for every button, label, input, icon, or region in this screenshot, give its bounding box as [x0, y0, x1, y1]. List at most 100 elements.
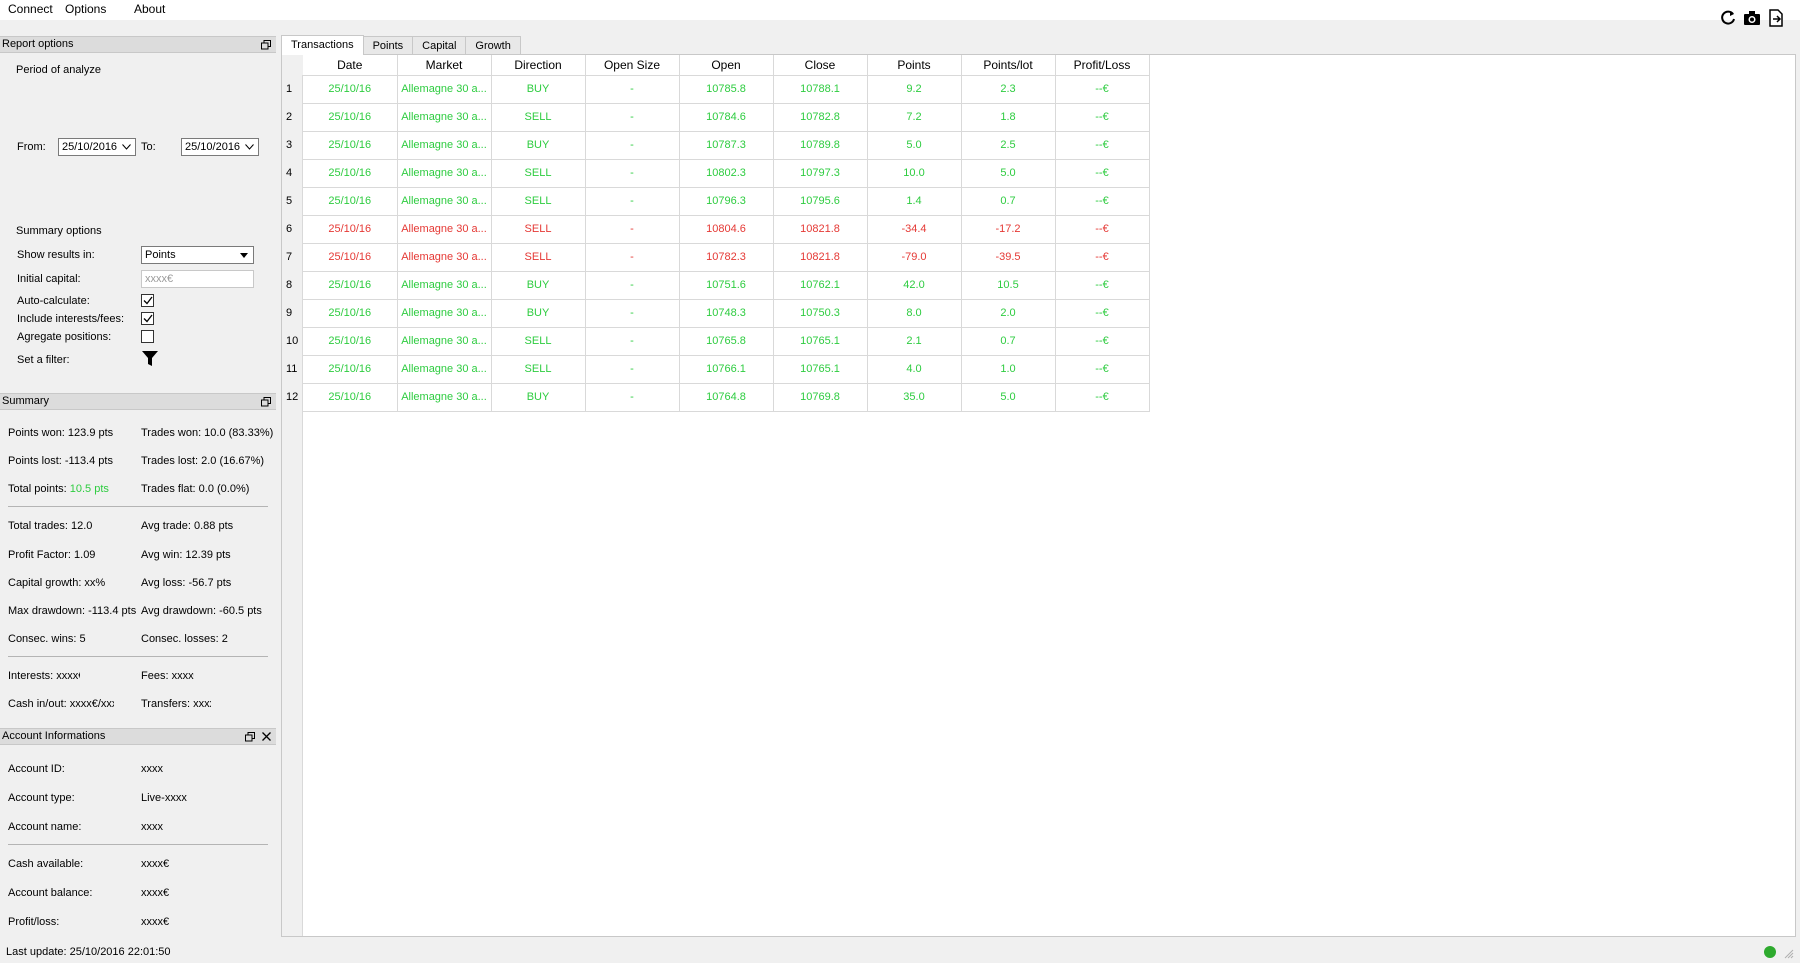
table-cell-market[interactable]: Allemagne 30 a...	[397, 383, 492, 412]
table-cell-market[interactable]: Allemagne 30 a...	[397, 215, 492, 244]
table-cell-pl[interactable]: --€	[1055, 327, 1150, 356]
table-cell-market[interactable]: Allemagne 30 a...	[397, 75, 492, 104]
table-cell-market[interactable]: Allemagne 30 a...	[397, 327, 492, 356]
table-cell-dir[interactable]: BUY	[491, 299, 586, 328]
table-cell-points[interactable]: 1.4	[867, 187, 962, 216]
float-icon[interactable]	[260, 394, 272, 409]
table-cell-ppl[interactable]: 10.5	[961, 271, 1056, 300]
table-cell-date[interactable]: 25/10/16	[303, 75, 398, 104]
row-number[interactable]: 3	[286, 139, 292, 151]
table-cell-close[interactable]: 10782.8	[773, 103, 868, 132]
table-cell-open[interactable]: 10787.3	[679, 131, 774, 160]
table-cell-close[interactable]: 10765.1	[773, 355, 868, 384]
table-row[interactable]: 25/10/16 Allemagne 30 a... SELL -10802.3 107…	[303, 159, 1150, 188]
table-cell-pl[interactable]: --€	[1055, 243, 1150, 272]
table-cell-ppl[interactable]: -39.5	[961, 243, 1056, 272]
table-cell-size[interactable]: -	[585, 355, 680, 384]
row-number[interactable]: 7	[286, 251, 292, 263]
row-number[interactable]: 5	[286, 195, 292, 207]
table-cell-market[interactable]: Allemagne 30 a...	[397, 131, 492, 160]
table-cell-ppl[interactable]: 5.0	[961, 159, 1056, 188]
row-number[interactable]: 11	[286, 363, 297, 375]
table-cell-date[interactable]: 25/10/16	[303, 271, 398, 300]
table-cell-dir[interactable]: BUY	[491, 271, 586, 300]
table-cell-date[interactable]: 25/10/16	[303, 159, 398, 188]
row-number[interactable]: 4	[286, 167, 292, 179]
table-cell-size[interactable]: -	[585, 215, 680, 244]
filter-icon[interactable]	[142, 350, 158, 368]
table-cell-pl[interactable]: --€	[1055, 103, 1150, 132]
column-header[interactable]: Open Size	[585, 55, 680, 76]
table-row[interactable]: 25/10/16 Allemagne 30 a... SELL -10782.3 108…	[303, 243, 1150, 272]
table-cell-market[interactable]: Allemagne 30 a...	[397, 299, 492, 328]
table-cell-points[interactable]: 35.0	[867, 383, 962, 412]
table-cell-open[interactable]: 10784.6	[679, 103, 774, 132]
table-cell-close[interactable]: 10821.8	[773, 215, 868, 244]
table-cell-open[interactable]: 10748.3	[679, 299, 774, 328]
float-icon[interactable]	[244, 729, 256, 744]
aggregate-checkbox[interactable]	[141, 330, 154, 343]
column-header[interactable]: Close	[773, 55, 868, 76]
table-cell-size[interactable]: -	[585, 383, 680, 412]
from-date-picker[interactable]: 25/10/2016	[58, 138, 136, 156]
table-cell-close[interactable]: 10765.1	[773, 327, 868, 356]
row-number[interactable]: 1	[286, 83, 292, 95]
table-cell-dir[interactable]: SELL	[491, 103, 586, 132]
table-row[interactable]: 25/10/16 Allemagne 30 a... SELL -10804.6 108…	[303, 215, 1150, 244]
include-interests-checkbox[interactable]	[141, 312, 154, 325]
column-header[interactable]: Profit/Loss	[1055, 55, 1150, 76]
table-cell-dir[interactable]: BUY	[491, 75, 586, 104]
table-cell-dir[interactable]: SELL	[491, 159, 586, 188]
table-cell-date[interactable]: 25/10/16	[303, 131, 398, 160]
table-cell-size[interactable]: -	[585, 131, 680, 160]
table-cell-market[interactable]: Allemagne 30 a...	[397, 159, 492, 188]
table-row[interactable]: 25/10/16 Allemagne 30 a... SELL -10766.1 107…	[303, 355, 1150, 384]
table-cell-dir[interactable]: BUY	[491, 131, 586, 160]
table-cell-close[interactable]: 10762.1	[773, 271, 868, 300]
table-cell-date[interactable]: 25/10/16	[303, 103, 398, 132]
table-row[interactable]: 25/10/16 Allemagne 30 a... BUY -10787.3 1078…	[303, 131, 1150, 160]
float-icon[interactable]	[260, 37, 272, 52]
camera-icon[interactable]	[1742, 8, 1762, 28]
table-cell-points[interactable]: 8.0	[867, 299, 962, 328]
table-cell-open[interactable]: 10804.6	[679, 215, 774, 244]
table-cell-ppl[interactable]: 2.3	[961, 75, 1056, 104]
table-cell-date[interactable]: 25/10/16	[303, 299, 398, 328]
close-icon[interactable]	[260, 729, 272, 744]
table-cell-open[interactable]: 10785.8	[679, 75, 774, 104]
tab-capital[interactable]: Capital	[412, 36, 467, 55]
table-corner[interactable]	[282, 55, 303, 75]
column-header[interactable]: Market	[397, 55, 492, 76]
menu-connect[interactable]: Connect	[8, 2, 53, 16]
auto-calculate-checkbox[interactable]	[141, 294, 154, 307]
table-cell-size[interactable]: -	[585, 271, 680, 300]
row-number[interactable]: 8	[286, 279, 292, 291]
table-cell-close[interactable]: 10821.8	[773, 243, 868, 272]
table-cell-points[interactable]: 2.1	[867, 327, 962, 356]
table-cell-points[interactable]: 4.0	[867, 355, 962, 384]
row-number[interactable]: 6	[286, 223, 292, 235]
refresh-icon[interactable]	[1718, 8, 1738, 28]
table-cell-pl[interactable]: --€	[1055, 215, 1150, 244]
column-header[interactable]: Open	[679, 55, 774, 76]
table-cell-size[interactable]: -	[585, 103, 680, 132]
table-cell-ppl[interactable]: 2.0	[961, 299, 1056, 328]
tab-transactions[interactable]: Transactions	[281, 35, 364, 55]
table-cell-pl[interactable]: --€	[1055, 159, 1150, 188]
table-cell-open[interactable]: 10796.3	[679, 187, 774, 216]
table-cell-date[interactable]: 25/10/16	[303, 243, 398, 272]
resize-grip-icon[interactable]	[1784, 949, 1794, 959]
table-cell-date[interactable]: 25/10/16	[303, 355, 398, 384]
table-cell-close[interactable]: 10795.6	[773, 187, 868, 216]
table-cell-ppl[interactable]: 0.7	[961, 187, 1056, 216]
table-cell-points[interactable]: 42.0	[867, 271, 962, 300]
table-cell-points[interactable]: 10.0	[867, 159, 962, 188]
table-cell-ppl[interactable]: -17.2	[961, 215, 1056, 244]
table-cell-market[interactable]: Allemagne 30 a...	[397, 103, 492, 132]
table-row[interactable]: 25/10/16 Allemagne 30 a... BUY -10751.6 1076…	[303, 271, 1150, 300]
table-cell-dir[interactable]: BUY	[491, 383, 586, 412]
column-header[interactable]: Date	[303, 55, 398, 76]
table-cell-dir[interactable]: SELL	[491, 215, 586, 244]
table-cell-open[interactable]: 10751.6	[679, 271, 774, 300]
table-row[interactable]: 25/10/16 Allemagne 30 a... SELL -10796.3 107…	[303, 187, 1150, 216]
